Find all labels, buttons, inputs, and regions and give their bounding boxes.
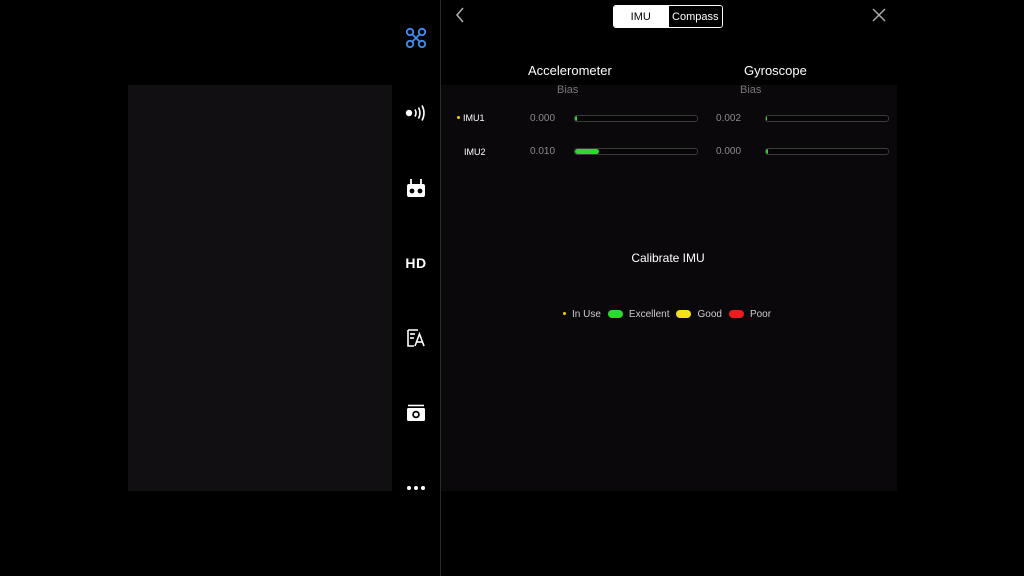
tab-compass[interactable]: Compass (667, 6, 722, 27)
sidebar-item-hd[interactable]: HD (392, 243, 440, 283)
in-use-legend-dot (563, 311, 566, 315)
legend: In Use Excellent Good Poor (563, 307, 771, 321)
good-swatch (676, 310, 692, 318)
imu2-accel-bar-fill (575, 149, 600, 154)
hd-label: HD (405, 255, 427, 271)
chevron-left-icon (455, 6, 465, 28)
imu2-gyro-bar-fill (766, 149, 768, 154)
imu1-accel-bar-fill (575, 116, 577, 121)
sidebar-item-camera[interactable] (392, 393, 440, 433)
sidebar-item-aircraft[interactable] (392, 18, 440, 58)
imu2-accel-bar (574, 148, 698, 155)
calibrate-imu-button[interactable]: Calibrate IMU (610, 247, 726, 269)
gyroscope-title: Gyroscope (744, 63, 807, 78)
imu2-accel-value: 0.010 (530, 146, 556, 157)
sidebar-item-more[interactable] (392, 468, 440, 508)
sidebar-item-signal[interactable] (392, 93, 440, 133)
back-button[interactable] (450, 6, 470, 28)
imu1-label: IMU1 (457, 113, 485, 123)
poor-swatch (728, 310, 744, 318)
wireless-signal-icon (404, 104, 428, 122)
legend-good-label: Good (697, 308, 722, 320)
imu1-accel-bar (574, 115, 698, 122)
close-button[interactable] (869, 6, 889, 28)
imu1-accel-value: 0.000 (530, 113, 556, 124)
background-settings-panel (441, 85, 897, 491)
tab-imu[interactable]: IMU (614, 6, 668, 27)
background-preview-panel (128, 85, 392, 491)
sidebar-item-battery[interactable] (392, 318, 440, 358)
remote-controller-icon (406, 178, 426, 198)
imu1-gyro-value: 0.002 (716, 113, 742, 124)
settings-sidebar: HD (392, 0, 440, 576)
camera-icon (406, 403, 426, 423)
legend-poor-label: Poor (749, 308, 772, 320)
imu2-gyro-bar (765, 148, 889, 155)
sidebar-divider (440, 0, 441, 576)
legend-excellent-label: Excellent (628, 308, 670, 320)
battery-settings-icon (406, 328, 426, 348)
more-icon (406, 485, 426, 491)
close-icon (872, 7, 886, 27)
imu2-gyro-value: 0.000 (716, 146, 742, 157)
legend-in-use-label: In Use (572, 308, 601, 320)
imu1-gyro-bar-fill (766, 116, 767, 121)
imu1-gyro-bar (765, 115, 889, 122)
imu2-label: IMU2 (464, 147, 486, 157)
accelerometer-title: Accelerometer (528, 63, 612, 78)
imu-compass-switch: IMU Compass (613, 5, 723, 28)
sidebar-item-remote[interactable] (392, 168, 440, 208)
in-use-dot (457, 116, 460, 120)
drone-icon (405, 27, 427, 49)
accelerometer-bias-label: Bias (557, 84, 579, 96)
gyroscope-bias-label: Bias (740, 84, 762, 96)
excellent-swatch (607, 310, 623, 318)
